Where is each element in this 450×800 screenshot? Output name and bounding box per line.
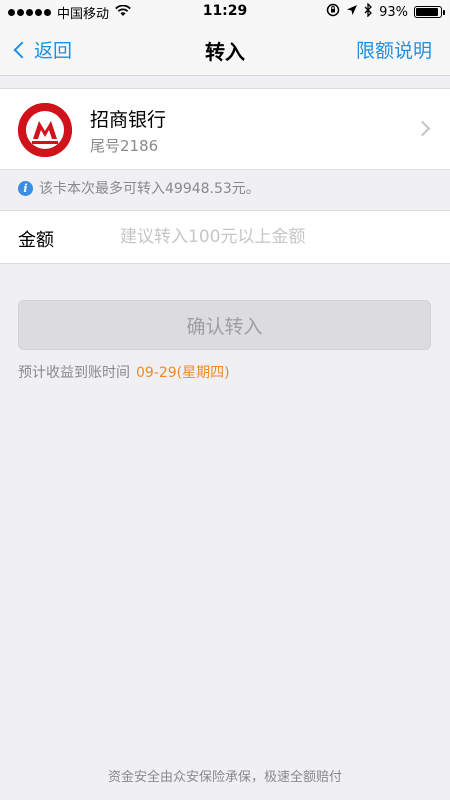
amount-input[interactable] [120, 219, 430, 255]
orientation-lock-icon [326, 3, 340, 21]
insurance-footer: 资金安全由众安保险承保，极速全额赔付 [107, 770, 342, 785]
battery-icon [414, 6, 445, 18]
notice-text: 该卡本次最多可转入49948.53元。 [39, 181, 260, 197]
amount-row: 金额 [0, 210, 450, 264]
bank-name: 招商银行 [90, 109, 167, 131]
nav-bar: 返回 转入 限额说明 [0, 24, 450, 76]
bluetooth-icon [364, 2, 373, 21]
transfer-limit-notice: i 该卡本次最多可转入49948.53元。 [18, 178, 260, 198]
limit-info-link[interactable]: 限额说明 [356, 36, 432, 63]
eta-date: 09-29(星期四) [136, 365, 230, 381]
back-label: 返回 [34, 40, 73, 62]
battery-level [416, 8, 439, 16]
confirm-transfer-button[interactable]: 确认转入 [18, 300, 431, 350]
cmb-logo-icon [18, 103, 72, 157]
bank-card-selector[interactable]: 招商银行 尾号2186 [0, 88, 450, 170]
amount-label: 金额 [18, 230, 54, 251]
earnings-eta: 预计收益到账时间 09-29(星期四) [18, 362, 230, 382]
battery-percent: 93% [379, 4, 408, 20]
eta-label: 预计收益到账时间 [18, 365, 130, 381]
card-tail-number: 尾号2186 [90, 137, 159, 155]
status-bar: 中国移动 11:29 93% [0, 0, 450, 24]
status-right: 93% [326, 2, 445, 21]
location-icon [346, 4, 358, 20]
chevron-left-icon [13, 41, 31, 59]
back-button[interactable]: 返回 [13, 36, 73, 63]
info-icon: i [18, 180, 33, 196]
chevron-right-icon [414, 120, 431, 137]
